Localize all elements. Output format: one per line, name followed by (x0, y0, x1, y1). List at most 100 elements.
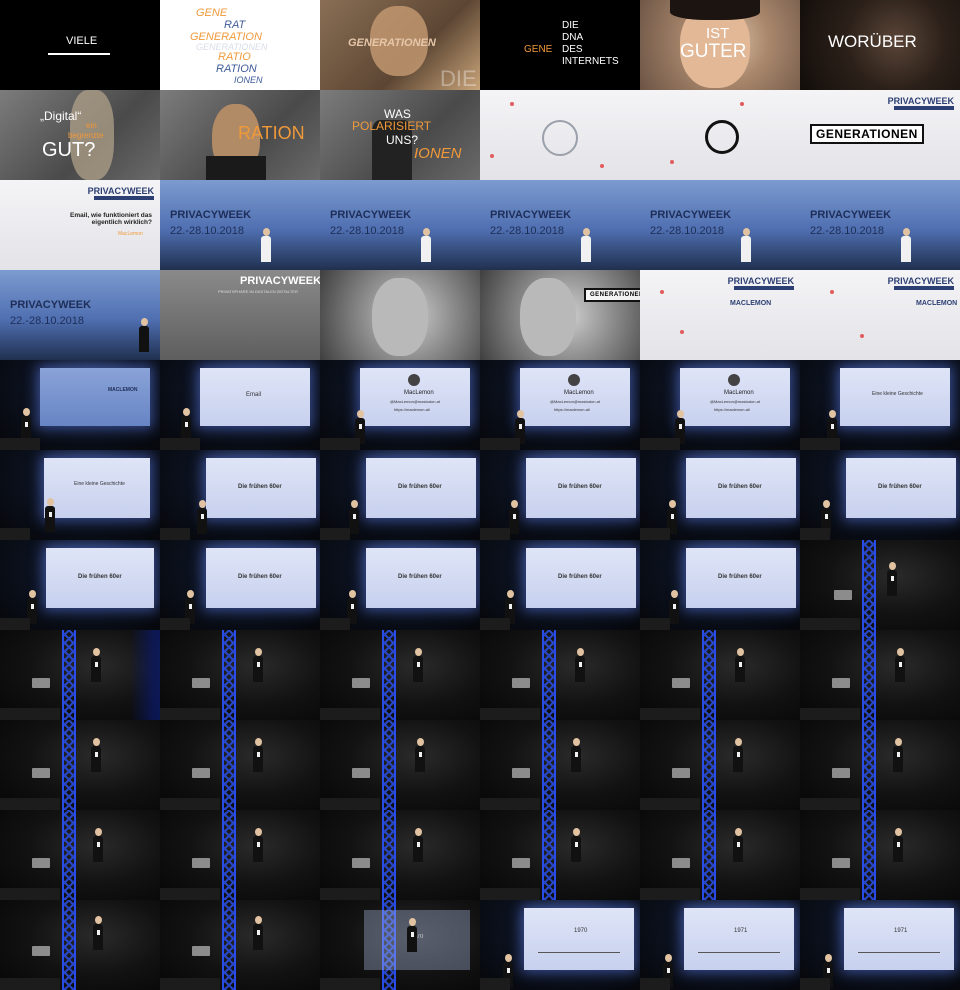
thumb-r2c4[interactable] (480, 90, 640, 180)
word: IONEN (234, 75, 263, 85)
thumb-r4c5[interactable]: PRIVACYWEEK MACLEMON (640, 270, 800, 360)
stage-desk (160, 978, 220, 990)
stage-desk (800, 798, 860, 810)
thumb-r9c5[interactable] (640, 720, 800, 810)
slide-text: Die frühen 60er (238, 574, 282, 580)
thumb-r1c6[interactable]: WORÜBER (800, 0, 960, 90)
banner-title: PRIVACYWEEK (650, 209, 732, 221)
thumb-r11c3[interactable]: 1970 (320, 900, 480, 990)
thumb-r3c5[interactable]: PRIVACYWEEK 22.-28.10.2018 (640, 180, 800, 270)
thumb-r2c6[interactable]: PRIVACYWEEK GENERATIONEN (800, 90, 960, 180)
thumb-r3c4[interactable]: PRIVACYWEEK 22.-28.10.2018 (480, 180, 640, 270)
word: DES (562, 44, 583, 55)
thumb-r3c6[interactable]: PRIVACYWEEK 22.-28.10.2018 (800, 180, 960, 270)
thumb-r4c4[interactable]: GENERATIONEN (480, 270, 640, 360)
thumb-r10c2[interactable] (160, 810, 320, 900)
thumb-r10c1[interactable] (0, 810, 160, 900)
thumb-r8c5[interactable] (640, 630, 800, 720)
thumb-r4c1[interactable]: PRIVACYWEEK 22.-28.10.2018 (0, 270, 160, 360)
stage-desk (0, 618, 30, 630)
thumb-r2c2[interactable]: RATION (160, 90, 320, 180)
thumb-r8c6[interactable] (800, 630, 960, 720)
thumb-r2c1[interactable]: „Digital“ ein begrenzte GUT? (0, 90, 160, 180)
slide-text: MACLEMON (108, 387, 138, 393)
thumb-r1c3[interactable]: GENERATIONEN DIE (320, 0, 480, 90)
thumb-r8c3[interactable] (320, 630, 480, 720)
thumb-r3c2[interactable]: PRIVACYWEEK 22.-28.10.2018 (160, 180, 320, 270)
stage-desk (640, 888, 700, 900)
thumb-r2c5[interactable] (640, 90, 800, 180)
thumb-r5c5[interactable]: MacLemon @MacLemon@mastodon.at https://m… (640, 360, 800, 450)
thumb-r11c2[interactable] (160, 900, 320, 990)
speaker-name: MACLEMON (916, 300, 958, 307)
thumb-r7c1[interactable]: Die frühen 60er (0, 540, 160, 630)
thumb-r4c6[interactable]: PRIVACYWEEK MACLEMON (800, 270, 960, 360)
stage-truss (62, 630, 76, 720)
thumb-r10c4[interactable] (480, 810, 640, 900)
thumb-r8c1[interactable] (0, 630, 160, 720)
thumb-r10c5[interactable] (640, 810, 800, 900)
thumb-r11c6[interactable]: 1971 (800, 900, 960, 990)
thumb-r4c2[interactable]: PRIVACYWEEK PRIVATSPHÄRE IM DIGITALEN ZE… (160, 270, 320, 360)
thumb-r6c1[interactable]: Eine kleine Geschichte (0, 450, 160, 540)
thumb-r9c6[interactable] (800, 720, 960, 810)
thumb-r11c5[interactable]: 1971 (640, 900, 800, 990)
thumb-r1c5[interactable]: IST GUTER (640, 0, 800, 90)
thumb-r8c2[interactable] (160, 630, 320, 720)
thumb-r8c4[interactable] (480, 630, 640, 720)
stage-desk (640, 798, 700, 810)
thumb-r5c4[interactable]: MacLemon @MacLemon@mastodon.at https://m… (480, 360, 640, 450)
thumb-r6c6[interactable]: Die frühen 60er (800, 450, 960, 540)
thumb-r11c1[interactable] (0, 900, 160, 990)
avatar-icon (728, 374, 740, 386)
stage-desk (0, 798, 60, 810)
banner-dates: 22.-28.10.2018 (490, 225, 565, 237)
banner-title: PRIVACYWEEK (10, 299, 92, 311)
thumb-r10c3[interactable] (320, 810, 480, 900)
thumb-r2c3[interactable]: WAS POLARISIERT UNS? IONEN (320, 90, 480, 180)
thumb-r7c6[interactable] (800, 540, 960, 630)
timeline-line (858, 952, 940, 953)
thumb-r3c3[interactable]: PRIVACYWEEK 22.-28.10.2018 (320, 180, 480, 270)
thumb-r10c6[interactable] (800, 810, 960, 900)
speaker-name: MACLEMON (730, 300, 772, 307)
thumb-r9c2[interactable] (160, 720, 320, 810)
thumb-r1c1[interactable]: VIELE (0, 0, 160, 90)
thumb-r5c2[interactable]: Email (160, 360, 320, 450)
thumb-r6c3[interactable]: Die frühen 60er (320, 450, 480, 540)
thumb-r9c1[interactable] (0, 720, 160, 810)
thumb-r6c4[interactable]: Die frühen 60er (480, 450, 640, 540)
laptop-icon (32, 858, 50, 868)
thumb-r6c2[interactable]: Die frühen 60er (160, 450, 320, 540)
slide-text: Eine kleine Geschichte (74, 481, 125, 487)
thumb-r4c3[interactable] (320, 270, 480, 360)
laptop-icon (672, 768, 690, 778)
speaker-figure (44, 498, 56, 532)
thumb-r11c4[interactable]: 1970 (480, 900, 640, 990)
brand-privacyweek: PRIVACYWEEK (87, 186, 154, 196)
thumb-r7c4[interactable]: Die frühen 60er (480, 540, 640, 630)
projector-screen: Die frühen 60er (526, 458, 636, 518)
slide-small: ein (86, 121, 97, 130)
laptop-icon (352, 678, 370, 688)
thumb-r1c4[interactable]: GENE DIE DNA DES INTERNETS (480, 0, 640, 90)
slide-text: Die frühen 60er (398, 574, 442, 580)
network-node-icon (680, 330, 684, 334)
thumb-r5c3[interactable]: MacLemon @MacLemon@mastodon.at https://m… (320, 360, 480, 450)
thumb-r5c6[interactable]: Eine kleine Geschichte (800, 360, 960, 450)
thumb-r7c5[interactable]: Die frühen 60er (640, 540, 800, 630)
thumb-r3c1[interactable]: PRIVACYWEEK Email, wie funktioniert das … (0, 180, 160, 270)
talk-title: Email, wie funktioniert das eigentlich w… (70, 212, 152, 227)
thumb-r5c1[interactable]: MACLEMON (0, 360, 160, 450)
slide-text: Die frühen 60er (718, 484, 762, 490)
thumb-r9c3[interactable] (320, 720, 480, 810)
thumb-r1c2[interactable]: GENE RAT GENERATION GENERATIONEN RATIO R… (160, 0, 320, 90)
projector-screen: Die frühen 60er (366, 458, 476, 518)
thumb-r7c2[interactable]: Die frühen 60er (160, 540, 320, 630)
laptop-icon (512, 678, 530, 688)
thumb-r7c3[interactable]: Die frühen 60er (320, 540, 480, 630)
stage-desk (640, 708, 700, 720)
thumb-r6c5[interactable]: Die frühen 60er (640, 450, 800, 540)
stage-desk (480, 618, 510, 630)
thumb-r9c4[interactable] (480, 720, 640, 810)
